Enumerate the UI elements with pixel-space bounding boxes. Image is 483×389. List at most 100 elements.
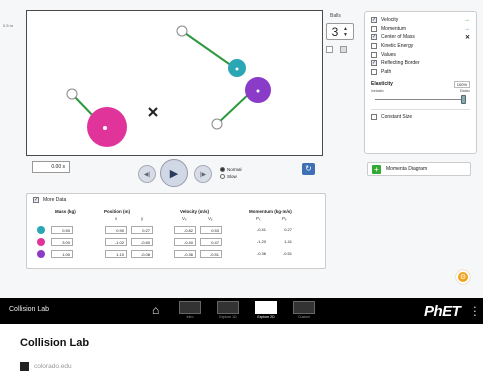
constant-size-label: Constant Size <box>381 114 413 121</box>
teal-velocity-handle[interactable] <box>176 25 188 37</box>
home-icon[interactable]: ⌂ <box>152 304 159 316</box>
play-area[interactable] <box>26 10 323 156</box>
phet-options-button[interactable]: ⚙ <box>456 270 470 284</box>
more-data-toggle[interactable]: ✓ More Data <box>33 197 66 203</box>
option-path[interactable]: Path <box>371 68 470 77</box>
velocity-arrow-icon: → <box>464 17 470 24</box>
elasticity-ends: Inelastic Elastic <box>371 89 470 93</box>
more-data-checkbox[interactable]: ✓ <box>33 197 39 203</box>
play-pause-button[interactable]: ▶ <box>160 159 188 187</box>
option-velocity[interactable]: ✓ Velocity → <box>371 16 470 25</box>
cell-y[interactable]: -0.60 <box>131 238 153 246</box>
tab-explore-1d-thumbnail <box>217 301 239 314</box>
ball-pink[interactable] <box>87 107 127 147</box>
subheader-px: Pₓ <box>256 216 261 221</box>
expand-plus-icon: + <box>372 164 381 174</box>
cell-mass[interactable]: 1.00 <box>51 250 73 258</box>
options-panel: ✓ Velocity → Momentum → ✓ Center of Mass ✕ Kinet… <box>364 11 477 154</box>
phet-logo[interactable]: PhET <box>424 303 461 320</box>
constant-size-checkbox[interactable] <box>371 114 377 121</box>
balls-spinner[interactable]: 3 ▲ ▼ <box>326 23 354 40</box>
momentum-arrow-icon: → <box>464 25 470 32</box>
option-momentum[interactable]: Momentum → <box>371 25 470 34</box>
option-label: Reflecting Border <box>381 60 420 67</box>
cell-vx[interactable]: -0.40 <box>174 238 196 246</box>
spinner-down-icon[interactable]: ▼ <box>343 32 348 38</box>
card-title[interactable]: Collision Lab <box>20 337 89 349</box>
options-list: ✓ Velocity → Momentum → ✓ Center of Mass ✕ Kinet… <box>371 16 470 76</box>
tab-explore-1d[interactable]: Explore 1D <box>216 301 240 319</box>
cell-mass[interactable]: 0.50 <box>51 226 73 234</box>
teal-velocity-vector <box>181 30 233 67</box>
elasticity-track[interactable] <box>375 99 466 101</box>
speed-normal-radio[interactable] <box>220 167 225 172</box>
grid-toggle-alt[interactable] <box>340 46 347 53</box>
ball-color-swatch <box>37 238 45 246</box>
card-source[interactable]: colorado.edu <box>20 362 72 371</box>
subheader-vx: Vₓ <box>182 216 187 221</box>
cell-y[interactable]: 0.27 <box>131 226 153 234</box>
subheader-py: Pᵧ <box>282 216 287 221</box>
cell-vx[interactable]: -0.82 <box>174 226 196 234</box>
cell-x[interactable]: -1.02 <box>105 238 127 246</box>
momenta-diagram-button[interactable]: + Momenta Diagram <box>367 162 471 176</box>
cell-py: -0.51 <box>282 251 292 256</box>
speed-slow-radio[interactable] <box>220 174 225 179</box>
tab-intro[interactable]: Intro <box>178 301 202 319</box>
option-checkbox[interactable] <box>371 68 377 75</box>
tab-custom-label: Custom <box>297 315 311 319</box>
grid-toggle[interactable] <box>326 46 333 53</box>
option-center-of-mass[interactable]: ✓ Center of Mass ✕ <box>371 33 470 42</box>
option-checkbox[interactable]: ✓ <box>371 60 377 67</box>
cell-vy[interactable]: -0.51 <box>200 250 222 258</box>
cell-vx[interactable]: -0.36 <box>174 250 196 258</box>
option-checkbox[interactable] <box>371 43 377 50</box>
tab-explore-2d[interactable]: Explore 2D <box>254 301 278 319</box>
option-checkbox[interactable]: ✓ <box>371 17 377 24</box>
option-checkbox[interactable] <box>371 25 377 32</box>
tab-explore-2d-label: Explore 2D <box>257 315 275 319</box>
subheader-vy: Vᵧ <box>208 216 213 221</box>
step-back-button[interactable]: ◀| <box>138 165 156 183</box>
momenta-diagram-label: Momenta Diagram <box>386 166 428 172</box>
pink-velocity-handle[interactable] <box>66 88 78 100</box>
purple-velocity-handle[interactable] <box>211 118 223 130</box>
cell-mass[interactable]: 3.00 <box>51 238 73 246</box>
cell-px: -0.41 <box>256 227 266 232</box>
elasticity-slider[interactable] <box>371 94 470 105</box>
option-kinetic-energy[interactable]: Kinetic Energy <box>371 42 470 51</box>
elasticity-min-label: Inelastic <box>371 89 384 94</box>
step-back-icon: ◀| <box>143 171 151 178</box>
speed-normal-option[interactable]: Normal <box>220 166 242 173</box>
divider <box>371 109 470 111</box>
table-row: 1.00 1.10 -0.08 -0.36 -0.51 -0.36 -0.51 <box>37 250 317 259</box>
play-icon: ▶ <box>169 167 179 180</box>
cell-vy[interactable]: 0.53 <box>200 226 222 234</box>
cell-vy[interactable]: 0.47 <box>200 238 222 246</box>
center-of-mass-icon <box>148 107 158 117</box>
tab-custom[interactable]: Custom <box>292 301 316 319</box>
cell-x[interactable]: 0.90 <box>105 226 127 234</box>
option-checkbox[interactable] <box>371 51 377 58</box>
restart-icon: ↻ <box>305 164 312 173</box>
step-forward-icon: |▶ <box>199 171 207 178</box>
phet-menu-icon[interactable]: • • • <box>474 306 476 319</box>
step-forward-button[interactable]: |▶ <box>194 165 212 183</box>
option-values[interactable]: Values <box>371 50 470 59</box>
speed-control: Normal Slow <box>220 166 242 180</box>
ball-pink-center <box>103 126 107 130</box>
ball-teal-center <box>235 67 239 71</box>
restart-button[interactable]: ↻ <box>302 163 315 175</box>
cell-y[interactable]: -0.08 <box>131 250 153 258</box>
elasticity-thumb[interactable] <box>461 95 466 105</box>
option-reflecting-border[interactable]: ✓ Reflecting Border <box>371 59 470 68</box>
option-checkbox[interactable]: ✓ <box>371 34 377 41</box>
subheader-x: x <box>115 216 118 221</box>
spinner-arrows[interactable]: ▲ ▼ <box>343 26 348 38</box>
card-source-text: colorado.edu <box>34 363 72 370</box>
tab-custom-thumbnail <box>293 301 315 314</box>
cell-x[interactable]: 1.10 <box>105 250 127 258</box>
cell-py: 1.41 <box>284 239 292 244</box>
speed-slow-option[interactable]: Slow <box>220 173 242 180</box>
constant-size-option[interactable]: Constant Size <box>371 113 470 122</box>
